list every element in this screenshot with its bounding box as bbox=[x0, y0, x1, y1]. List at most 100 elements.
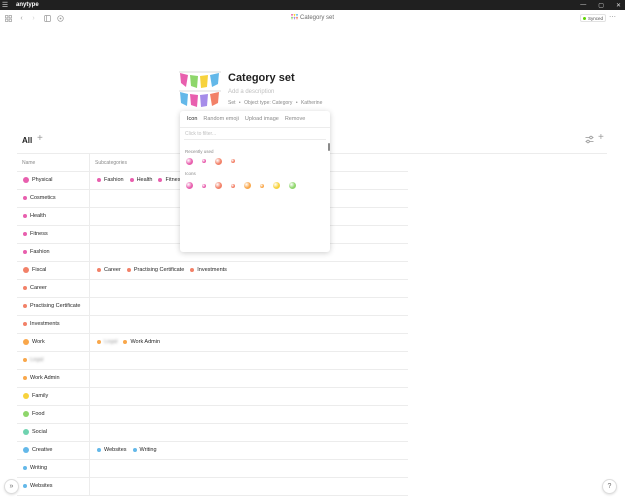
table-row[interactable]: Family bbox=[17, 388, 408, 406]
category-color-icon bbox=[23, 339, 29, 345]
row-subcategories-cell[interactable]: Fashion Health Fitness bbox=[97, 177, 189, 183]
row-name-cell[interactable]: Websites bbox=[23, 483, 53, 489]
object-title[interactable]: Category set bbox=[228, 72, 295, 84]
view-settings-icon[interactable] bbox=[585, 135, 594, 144]
table-row[interactable]: Legal bbox=[17, 352, 408, 370]
recent-circle-icon[interactable] bbox=[186, 157, 193, 165]
category-color-icon bbox=[23, 214, 27, 218]
recent-circle-icon[interactable] bbox=[202, 159, 206, 163]
icon-filter-input[interactable]: Click to filter... bbox=[185, 131, 216, 137]
expand-sidebar-button[interactable]: » bbox=[4, 479, 19, 494]
row-name-cell[interactable]: Fashion bbox=[23, 249, 50, 255]
maximize-icon[interactable]: ▢ bbox=[598, 2, 604, 9]
row-name-cell[interactable]: Legal bbox=[23, 357, 43, 363]
column-divider bbox=[89, 298, 90, 316]
table-row[interactable]: Work Legal Work Admin bbox=[17, 334, 408, 352]
table-row[interactable]: Fiscal Career Practising Certificate Invest… bbox=[17, 262, 408, 280]
circle-icon[interactable] bbox=[231, 183, 235, 188]
hamburger-icon[interactable]: ☰ bbox=[0, 0, 10, 10]
table-row[interactable]: Investments bbox=[17, 316, 408, 334]
breadcrumb[interactable]: Category set bbox=[0, 14, 625, 21]
minimize-icon[interactable]: — bbox=[580, 2, 586, 8]
circle-icon[interactable] bbox=[260, 183, 264, 188]
row-name-cell[interactable]: Career bbox=[23, 285, 47, 291]
row-name-label: Legal bbox=[30, 357, 44, 363]
row-name-cell[interactable]: Health bbox=[23, 213, 46, 219]
table-row[interactable]: Work Admin bbox=[17, 370, 408, 388]
subcategory-tag[interactable]: Legal bbox=[97, 339, 117, 345]
popup-scrollbar[interactable] bbox=[328, 143, 330, 151]
table-row[interactable]: Food bbox=[17, 406, 408, 424]
row-name-cell[interactable]: Investments bbox=[23, 321, 60, 327]
row-name-label: Websites bbox=[30, 483, 53, 489]
tab-random-emoji[interactable]: Random emoji bbox=[203, 116, 238, 122]
sync-status-badge[interactable]: Synced bbox=[580, 14, 607, 22]
meta-set[interactable]: Set bbox=[228, 100, 236, 106]
column-header-name[interactable]: Name bbox=[22, 160, 35, 166]
help-button[interactable]: ? bbox=[602, 479, 617, 494]
app-header: ‹ › Category set Synced ⋯ bbox=[0, 10, 625, 28]
row-subcategories-cell[interactable]: Legal Work Admin bbox=[97, 339, 166, 345]
meta-separator: • bbox=[238, 100, 241, 106]
subcategory-tag[interactable]: Career bbox=[97, 267, 121, 273]
description-field[interactable]: Add a description bbox=[228, 89, 274, 95]
row-subcategories-cell[interactable]: Websites Writing bbox=[97, 447, 163, 453]
recent-circle-icon[interactable] bbox=[231, 159, 235, 163]
subcategory-tag[interactable]: Websites bbox=[97, 447, 127, 453]
meta-creator[interactable]: Katherine bbox=[301, 100, 322, 106]
column-header-subcategories[interactable]: Subcategories bbox=[95, 160, 127, 166]
recent-circle-icon[interactable] bbox=[215, 157, 222, 165]
subcategory-label: Writing bbox=[139, 447, 157, 453]
subcategory-label: Fashion bbox=[104, 177, 124, 183]
column-divider bbox=[89, 352, 90, 370]
row-name-cell[interactable]: Practising Certificate bbox=[23, 303, 80, 309]
row-name-cell[interactable]: Social bbox=[23, 429, 47, 435]
meta-object-type[interactable]: Object type: Category bbox=[244, 100, 292, 106]
close-icon[interactable]: ✕ bbox=[616, 2, 621, 9]
category-color-icon bbox=[23, 196, 27, 200]
subcategory-tag[interactable]: Investments bbox=[190, 267, 227, 273]
subcategory-tag[interactable]: Fashion bbox=[97, 177, 124, 183]
row-name-label: Investments bbox=[30, 321, 60, 327]
subcategory-tag[interactable]: Health bbox=[129, 177, 152, 183]
subcategory-tag[interactable]: Work Admin bbox=[123, 339, 160, 345]
subcategory-tag[interactable]: Practising Certificate bbox=[126, 267, 184, 273]
circle-icon[interactable] bbox=[289, 182, 296, 189]
circle-icon[interactable] bbox=[244, 182, 251, 189]
row-name-cell[interactable]: Work Admin bbox=[23, 375, 60, 381]
table-row[interactable]: Websites bbox=[17, 478, 408, 496]
bunting-flags-icon[interactable] bbox=[178, 69, 222, 111]
tab-remove[interactable]: Remove bbox=[285, 116, 305, 122]
add-view-icon[interactable]: + bbox=[37, 133, 43, 144]
icons-section-label: Icons bbox=[185, 171, 196, 176]
circle-icon[interactable] bbox=[202, 183, 206, 188]
row-name-cell[interactable]: Fiscal bbox=[23, 267, 46, 273]
column-divider bbox=[89, 280, 90, 298]
table-row[interactable]: Creative Websites Writing bbox=[17, 442, 408, 460]
row-name-cell[interactable]: Physical bbox=[23, 177, 52, 183]
view-tab-all[interactable]: All bbox=[22, 136, 32, 145]
circle-icon[interactable] bbox=[273, 182, 280, 189]
tab-upload-image[interactable]: Upload image bbox=[245, 116, 279, 122]
row-subcategories-cell[interactable]: Career Practising Certificate Investments bbox=[97, 267, 233, 273]
add-object-icon[interactable]: + bbox=[598, 132, 604, 143]
row-name-cell[interactable]: Fitness bbox=[23, 231, 48, 237]
circle-icon[interactable] bbox=[215, 182, 222, 189]
row-name-cell[interactable]: Creative bbox=[23, 447, 52, 453]
row-name-cell[interactable]: Cosmetics bbox=[23, 195, 56, 201]
row-name-cell[interactable]: Family bbox=[23, 393, 48, 399]
table-row[interactable]: Practising Certificate bbox=[17, 298, 408, 316]
row-name-cell[interactable]: Food bbox=[23, 411, 45, 417]
row-name-cell[interactable]: Work bbox=[23, 339, 45, 345]
more-options-icon[interactable]: ⋯ bbox=[609, 13, 616, 21]
table-row[interactable]: Social bbox=[17, 424, 408, 442]
column-divider bbox=[89, 334, 90, 352]
subcategory-tag[interactable]: Writing bbox=[132, 447, 157, 453]
table-row[interactable]: Writing bbox=[17, 460, 408, 478]
row-name-label: Health bbox=[30, 213, 46, 219]
row-name-cell[interactable]: Writing bbox=[23, 465, 47, 471]
row-name-label: Work Admin bbox=[30, 375, 60, 381]
circle-icon[interactable] bbox=[186, 182, 193, 189]
table-row[interactable]: Career bbox=[17, 280, 408, 298]
tab-icon[interactable]: Icon bbox=[187, 116, 197, 122]
